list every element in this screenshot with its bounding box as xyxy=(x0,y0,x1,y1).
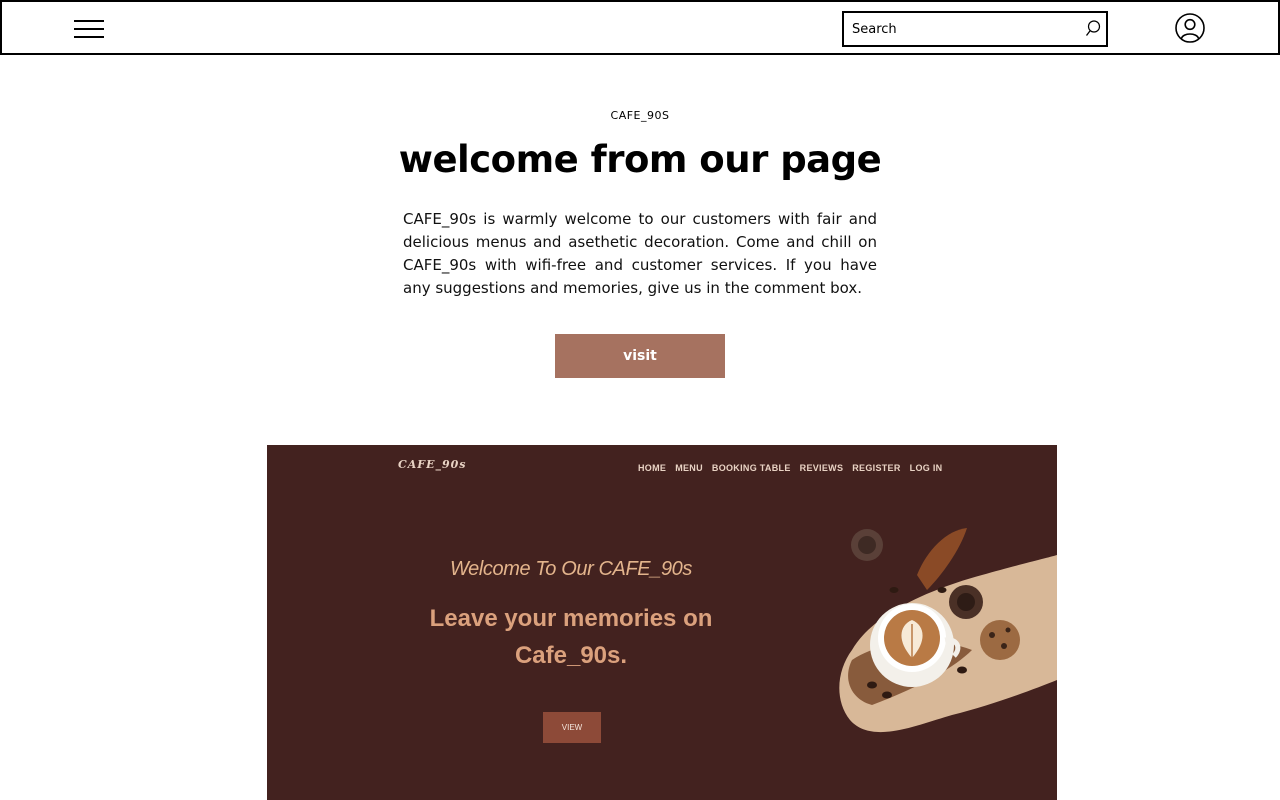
hamburger-line xyxy=(74,36,104,38)
search-box xyxy=(842,11,1108,47)
search-icon[interactable] xyxy=(1084,19,1102,39)
preview-nav-booking-table[interactable]: BOOKING TABLE xyxy=(712,463,791,473)
search-input[interactable] xyxy=(844,13,1074,45)
visit-button[interactable]: visit xyxy=(555,334,725,378)
top-navigation-bar xyxy=(0,0,1280,55)
site-preview-banner: CAFE_90s HOME MENU BOOKING TABLE REVIEWS… xyxy=(267,445,1057,800)
preview-nav-home[interactable]: HOME xyxy=(638,463,666,473)
preview-nav-login[interactable]: LOG IN xyxy=(910,463,943,473)
page-title: welcome from our page xyxy=(398,138,882,181)
brand-eyebrow: CAFE_90S xyxy=(610,109,670,122)
preview-tagline-line: Leave your memories on xyxy=(429,605,713,632)
hamburger-line xyxy=(74,28,104,30)
user-account-icon[interactable] xyxy=(1174,12,1206,44)
preview-navigation: HOME MENU BOOKING TABLE REVIEWS REGISTER… xyxy=(638,463,942,473)
preview-tagline: Leave your memories on Cafe_90s. xyxy=(371,600,771,674)
preview-view-button[interactable]: VIEW xyxy=(543,712,601,743)
preview-nav-menu[interactable]: MENU xyxy=(675,463,703,473)
hamburger-line xyxy=(74,20,104,22)
hamburger-menu-icon[interactable] xyxy=(74,18,106,42)
preview-welcome-text: Welcome To Our CAFE_90s xyxy=(449,558,692,580)
intro-paragraph: CAFE_90s is warmly welcome to our custom… xyxy=(403,210,877,297)
preview-tagline-line: Cafe_90s. xyxy=(514,642,628,669)
preview-nav-reviews[interactable]: REVIEWS xyxy=(800,463,844,473)
preview-logo: CAFE_90s xyxy=(398,458,467,471)
preview-nav-register[interactable]: REGISTER xyxy=(852,463,900,473)
coffee-illustration xyxy=(839,528,1057,733)
